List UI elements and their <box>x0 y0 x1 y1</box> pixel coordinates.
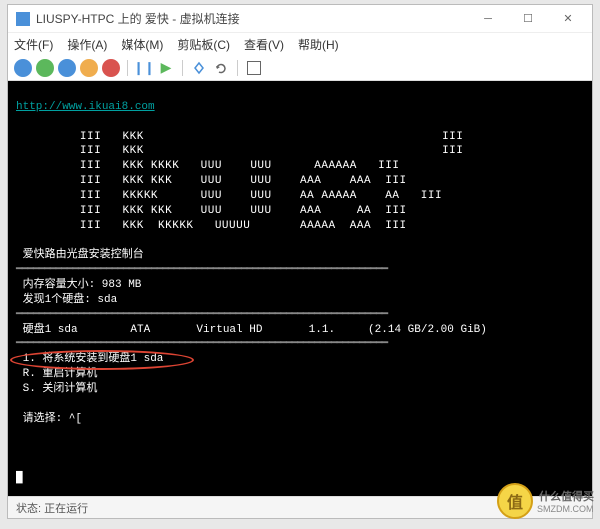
watermark-subtext: SMZDM.COM <box>537 504 594 514</box>
revert-icon[interactable] <box>212 59 230 77</box>
toolbar-separator <box>237 60 238 76</box>
memory-info: 内存容量大小: 983 MB <box>16 279 141 291</box>
window-titlebar: LIUSPY-HTPC 上的 爱快 - 虚拟机连接 ─ ☐ ✕ <box>8 5 592 33</box>
toolbar-ctrl-alt-del-icon[interactable] <box>14 59 32 77</box>
ascii-art-line: III KKK KKKKK UUUUU AAAAA AAA III <box>16 220 407 232</box>
menu-media[interactable]: 媒体(M) <box>121 36 163 53</box>
separator-line: ━━━━━━━━━━━━━━━━━━━━━━━━━━━━━━━━━━━━━━━━… <box>16 264 387 276</box>
toolbar-save-icon[interactable] <box>102 59 120 77</box>
close-button[interactable]: ✕ <box>552 9 584 29</box>
ascii-art-line: III KKK KKK UUU UUU AAA AA III <box>16 205 407 217</box>
app-icon <box>16 12 30 26</box>
toolbar-shutdown-icon[interactable] <box>80 59 98 77</box>
menu-action[interactable]: 操作(A) <box>67 36 107 53</box>
ascii-art-line: III KKKKK UUU UUU AA AAAAA AA III <box>16 190 442 202</box>
checkpoint-icon[interactable] <box>190 59 208 77</box>
watermark: 值 什么值得买 SMZDM.COM <box>497 483 594 519</box>
console-heading: 爱快路由光盘安装控制台 <box>16 249 144 261</box>
menu-option-shutdown[interactable]: S. 关闭计算机 <box>16 383 97 395</box>
toolbar-start-icon[interactable] <box>36 59 54 77</box>
menu-view[interactable]: 查看(V) <box>244 36 284 53</box>
ascii-art-line: III KKK III <box>16 145 463 157</box>
menu-option-reboot[interactable]: R. 重启计算机 <box>16 368 97 380</box>
console-url: http://www.ikuai8.com <box>16 101 155 113</box>
toolbar: ❙❙ ▶ <box>8 55 592 81</box>
menu-clipboard[interactable]: 剪贴板(C) <box>177 36 230 53</box>
enhanced-session-icon[interactable] <box>245 59 263 77</box>
toolbar-turnoff-icon[interactable] <box>58 59 76 77</box>
vm-console[interactable]: http://www.ikuai8.com III KKK III III KK… <box>8 81 592 496</box>
separator-line: ━━━━━━━━━━━━━━━━━━━━━━━━━━━━━━━━━━━━━━━━… <box>16 338 387 350</box>
menu-help[interactable]: 帮助(H) <box>298 36 339 53</box>
window-title: LIUSPY-HTPC 上的 爱快 - 虚拟机连接 <box>36 10 472 27</box>
separator-line: ━━━━━━━━━━━━━━━━━━━━━━━━━━━━━━━━━━━━━━━━… <box>16 309 387 321</box>
menubar: 文件(F) 操作(A) 媒体(M) 剪贴板(C) 查看(V) 帮助(H) <box>8 33 592 55</box>
ascii-art-line: III KKK III <box>16 131 463 143</box>
maximize-button[interactable]: ☐ <box>512 9 544 29</box>
watermark-badge-icon: 值 <box>497 483 533 519</box>
menu-file[interactable]: 文件(F) <box>14 36 53 53</box>
toolbar-separator <box>127 60 128 76</box>
minimize-button[interactable]: ─ <box>472 9 504 29</box>
status-value: 正在运行 <box>44 500 88 516</box>
ascii-art-line: III KKK KKK UUU UUU AAA AAA III <box>16 175 407 187</box>
disk-found: 发现1个硬盘: sda <box>16 294 117 306</box>
pause-icon[interactable]: ❙❙ <box>135 59 153 77</box>
play-icon[interactable]: ▶ <box>157 59 175 77</box>
status-label: 状态: <box>16 500 41 516</box>
toolbar-separator <box>182 60 183 76</box>
input-prompt[interactable]: 请选择: ^[ <box>16 413 82 425</box>
watermark-text: 什么值得买 <box>539 488 594 504</box>
ascii-art-line: III KKK KKKK UUU UUU AAAAAA III <box>16 160 399 172</box>
disk-info-row: 硬盘1 sda ATA Virtual HD 1.1. (2.14 GB/2.0… <box>16 324 487 336</box>
cursor: █ <box>16 472 23 484</box>
menu-option-install[interactable]: 1. 将系统安装到硬盘1 sda <box>16 352 163 367</box>
